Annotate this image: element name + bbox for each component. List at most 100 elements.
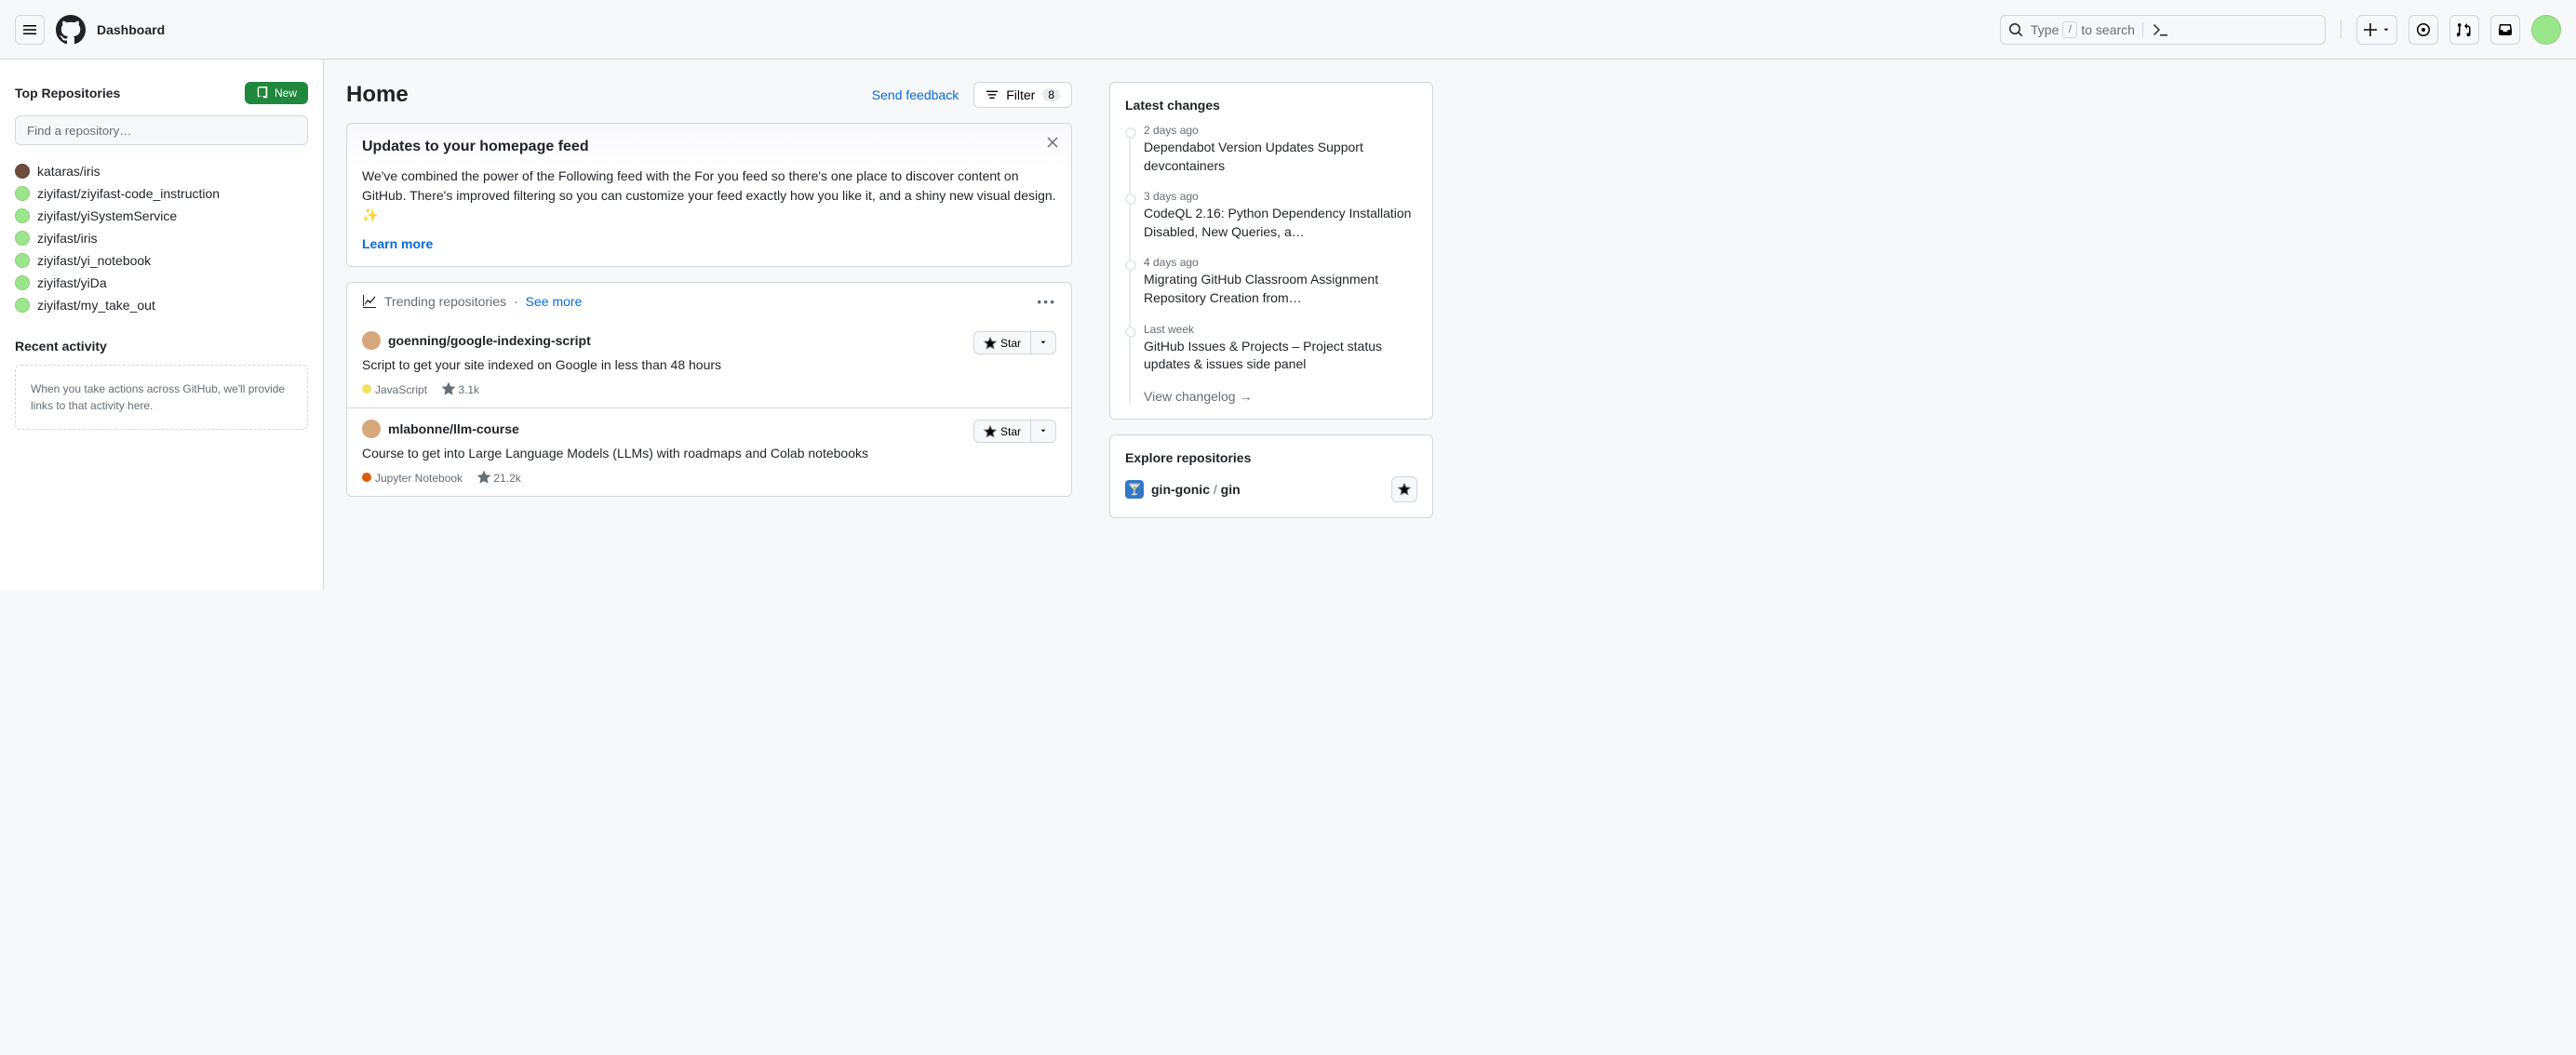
star-button[interactable]: Star — [973, 331, 1031, 354]
recent-activity-empty: When you take actions across GitHub, we'… — [15, 365, 308, 430]
language-label: JavaScript — [362, 383, 427, 396]
star-dropdown-button[interactable] — [1031, 420, 1056, 443]
new-repo-button[interactable]: New — [245, 82, 308, 104]
filter-icon — [986, 88, 999, 101]
close-button[interactable] — [1045, 135, 1060, 153]
more-options-button[interactable]: ••• — [1037, 294, 1056, 309]
search-hint-prefix: Type — [2031, 22, 2059, 37]
inbox-icon — [2498, 22, 2513, 37]
repo-item[interactable]: ziyifast/yiSystemService — [15, 205, 308, 227]
repo-item[interactable]: ziyifast/yiDa — [15, 272, 308, 294]
trending-repo-link[interactable]: mlabonne/llm-course — [388, 421, 519, 436]
pull-request-icon — [2457, 22, 2472, 37]
changelog-time: 3 days ago — [1144, 190, 1417, 203]
repo-item[interactable]: ziyifast/yi_notebook — [15, 249, 308, 272]
repo-avatar-icon — [15, 164, 30, 179]
filter-button[interactable]: Filter 8 — [973, 82, 1072, 108]
repo-item[interactable]: ziyifast/iris — [15, 227, 308, 249]
explore-repo-avatar-icon: 🍸 — [1125, 480, 1144, 499]
recent-activity-heading: Recent activity — [15, 339, 308, 354]
star-count[interactable]: 3.1k — [442, 382, 479, 396]
star-icon — [1398, 483, 1411, 496]
repo-icon — [256, 87, 269, 100]
star-dropdown-button[interactable] — [1031, 331, 1056, 354]
pull-requests-button[interactable] — [2449, 15, 2479, 45]
repo-item[interactable]: ziyifast/ziyifast-code_instruction — [15, 182, 308, 205]
feed-title: Home — [346, 82, 872, 108]
hamburger-menu-button[interactable] — [15, 15, 45, 45]
language-label: Jupyter Notebook — [362, 472, 463, 485]
repo-search-input[interactable] — [15, 115, 308, 145]
view-changelog-link[interactable]: View changelog → — [1125, 389, 1252, 404]
repo-item[interactable]: ziyifast/my_take_out — [15, 294, 308, 316]
create-new-button[interactable] — [2356, 15, 2397, 45]
explore-heading: Explore repositories — [1125, 450, 1417, 465]
language-dot-icon — [362, 473, 371, 482]
filter-count-badge: 8 — [1042, 88, 1060, 101]
send-feedback-link[interactable]: Send feedback — [872, 87, 959, 102]
feed-column: Home Send feedback Filter 8 Updates to y… — [324, 60, 1094, 590]
menu-icon — [22, 22, 37, 37]
trending-repo-description: Course to get into Large Language Models… — [362, 444, 1056, 463]
changelog-title: Dependabot Version Updates Support devco… — [1144, 139, 1417, 175]
star-icon — [477, 471, 490, 484]
star-button[interactable]: Star — [973, 420, 1031, 443]
trending-repo-link[interactable]: goenning/google-indexing-script — [388, 333, 591, 348]
trending-card: Trending repositories · See more ••• Sta… — [346, 282, 1072, 497]
explore-item: 🍸 gin-gonic / gin — [1125, 476, 1417, 502]
explore-repo-link[interactable]: gin-gonic / gin — [1151, 482, 1384, 497]
star-icon — [984, 425, 997, 438]
repo-name: ziyifast/my_take_out — [37, 298, 155, 313]
changelog-title: Migrating GitHub Classroom Assignment Re… — [1144, 271, 1417, 307]
chevron-down-icon — [2381, 25, 2391, 34]
changelog-item[interactable]: 4 days agoMigrating GitHub Classroom Ass… — [1125, 256, 1417, 307]
search-hint-suffix: to search — [2081, 22, 2135, 37]
changelog-item[interactable]: 2 days ago Dependabot Version Updates Sup… — [1125, 124, 1417, 175]
notice-body: We've combined the power of the Followin… — [362, 167, 1056, 225]
repo-name: kataras/iris — [37, 164, 101, 179]
star-icon — [984, 337, 997, 350]
repo-name: ziyifast/yiSystemService — [37, 208, 177, 223]
command-palette-button[interactable] — [2142, 22, 2172, 37]
repo-avatar-icon — [15, 186, 30, 201]
changelog-time: Last week — [1144, 323, 1417, 336]
chevron-down-icon — [1039, 426, 1048, 435]
trending-repo-description: Script to get your site indexed on Googl… — [362, 355, 1056, 375]
repo-name: ziyifast/yiDa — [37, 275, 107, 290]
star-count[interactable]: 21.2k — [477, 471, 521, 485]
global-header: Dashboard Type / to search — [0, 0, 2576, 60]
top-repositories-heading: Top Repositories — [15, 86, 120, 100]
trending-label: Trending repositories — [384, 294, 506, 309]
repo-avatar-icon — [15, 298, 30, 313]
repo-name: ziyifast/yi_notebook — [37, 253, 151, 268]
close-icon — [1045, 135, 1060, 150]
latest-changes-card: Latest changes 2 days ago Dependabot Vers… — [1109, 82, 1433, 420]
repo-item[interactable]: kataras/iris — [15, 160, 308, 182]
see-more-link[interactable]: See more — [526, 294, 583, 309]
search-input[interactable]: Type / to search — [2000, 15, 2326, 45]
user-avatar-icon — [362, 420, 381, 438]
latest-changes-heading: Latest changes — [1125, 98, 1417, 113]
search-icon — [2008, 22, 2023, 37]
page-context-title[interactable]: Dashboard — [97, 22, 165, 37]
repo-name: ziyifast/ziyifast-code_instruction — [37, 186, 220, 201]
issue-icon — [2416, 22, 2431, 37]
chevron-down-icon — [1039, 338, 1048, 347]
changelog-time: 2 days ago — [1144, 124, 1417, 137]
changelog-item[interactable]: 3 days agoCodeQL 2.16: Python Dependency… — [1125, 190, 1417, 241]
star-icon — [442, 382, 455, 395]
repo-avatar-icon — [15, 253, 30, 268]
slash-key-icon: / — [2062, 21, 2077, 38]
github-logo-icon[interactable] — [56, 15, 86, 45]
user-avatar-button[interactable] — [2531, 15, 2561, 45]
changelog-item[interactable]: Last week GitHub Issues & Projects – Proj… — [1125, 323, 1417, 374]
explore-star-button[interactable] — [1391, 476, 1417, 502]
plus-icon — [2363, 22, 2378, 37]
issues-button[interactable] — [2408, 15, 2438, 45]
changelog-title: GitHub Issues & Projects – Project statu… — [1144, 338, 1417, 374]
repo-avatar-icon — [15, 231, 30, 246]
user-avatar-icon — [362, 331, 381, 350]
inbox-button[interactable] — [2490, 15, 2520, 45]
left-sidebar: Top Repositories New kataras/iris ziyifas… — [0, 60, 324, 590]
learn-more-link[interactable]: Learn more — [362, 236, 433, 251]
